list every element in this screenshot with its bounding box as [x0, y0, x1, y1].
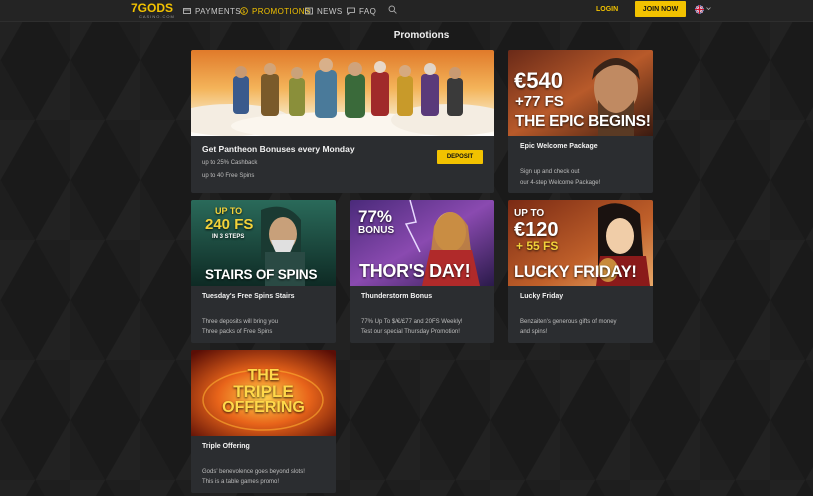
logo[interactable]: 7GODS CASINO.COM: [131, 1, 174, 20]
promo-title: Thunderstorm Bonus: [361, 293, 433, 300]
promo-card-triple-offering[interactable]: THE TRIPLE OFFERING Triple Offering Gods…: [191, 350, 336, 493]
chevron-down-icon[interactable]: [706, 6, 711, 11]
promo-image-stairs: UP TO 240 FS IN 3 STEPS STAIRS OF SPINS: [191, 200, 336, 286]
svg-text:$: $: [242, 9, 246, 15]
promo-line: Three packs of Free Spins: [202, 329, 273, 335]
page-title: Promotions: [393, 30, 450, 41]
friday-fs: + 55 FS: [516, 239, 559, 253]
epic-fs: +77 FS: [515, 93, 564, 110]
promo-line: and spins!: [520, 329, 548, 335]
nav-promotions[interactable]: $ PROMOTIONS: [240, 5, 311, 17]
deposit-button[interactable]: DEPOSIT: [437, 150, 483, 164]
promo-title: Get Pantheon Bonuses every Monday: [202, 144, 355, 154]
promo-line-cashback: up to 25% Cashback: [202, 160, 258, 166]
promo-line: our 4-step Welcome Package!: [520, 180, 601, 186]
promo-card-lucky-friday[interactable]: UP TO €120 + 55 FS LUCKY FRIDAY! Lucky F…: [508, 200, 653, 343]
uk-flag-icon[interactable]: [695, 5, 704, 14]
promo-line: Benzaiten's generous gifts of money: [520, 319, 617, 325]
nav-faq-label: FAQ: [359, 6, 377, 16]
join-now-button[interactable]: JOIN NOW: [635, 1, 686, 17]
nav-news[interactable]: NEWS: [305, 5, 343, 17]
promo-image-epic: €540 +77 FS THE EPIC BEGINS!: [508, 50, 653, 136]
payments-icon: [183, 8, 191, 14]
stairs-amount: 240 FS: [205, 216, 254, 233]
friday-tagline: LUCKY FRIDAY!: [514, 263, 637, 281]
nav-faq[interactable]: FAQ: [347, 5, 376, 17]
promo-line: Gods' benevolence goes beyond slots!: [202, 469, 305, 475]
promo-title: Triple Offering: [202, 443, 250, 450]
promo-line: Test our special Thursday Promotion!: [361, 329, 460, 335]
nav-news-label: NEWS: [317, 6, 343, 16]
nav-promotions-label: PROMOTIONS: [252, 6, 311, 16]
top-header: 7GODS CASINO.COM PAYMENTS $ PROMOTIONS N…: [0, 0, 813, 22]
nav-payments[interactable]: PAYMENTS: [183, 5, 241, 17]
triple-triple: TRIPLE: [233, 382, 294, 401]
promo-title: Lucky Friday: [520, 293, 564, 300]
promotions-icon: $: [240, 7, 248, 15]
promo-title: Tuesday's Free Spins Stairs: [202, 293, 295, 300]
promo-image-friday: UP TO €120 + 55 FS LUCKY FRIDAY!: [508, 200, 653, 286]
promo-line: Three deposits will bring you: [202, 319, 279, 325]
promo-image-triple: THE TRIPLE OFFERING: [191, 350, 336, 436]
promo-line-spins: up to 40 Free Spins: [202, 173, 255, 179]
promo-card-epic-welcome[interactable]: €540 +77 FS THE EPIC BEGINS! Epic Welcom…: [508, 50, 653, 193]
promo-line: 77% Up To $/€/£77 and 20FS Weekly!: [361, 319, 463, 325]
logo-subtext: CASINO.COM: [139, 14, 175, 19]
thor-percent: 77%: [358, 207, 393, 226]
friday-amount: €120: [514, 219, 559, 241]
promo-card-stairs-of-spins[interactable]: UP TO 240 FS IN 3 STEPS STAIRS OF SPINS …: [191, 200, 336, 343]
promo-title: Epic Welcome Package: [520, 143, 598, 150]
search-icon[interactable]: [388, 5, 397, 14]
stairs-tagline: STAIRS OF SPINS: [205, 267, 318, 282]
friday-upto: UP TO: [514, 208, 545, 219]
thor-bonus: BONUS: [358, 225, 395, 236]
stairs-upto: UP TO: [215, 206, 243, 216]
promo-image-pantheon: [191, 50, 494, 136]
epic-amount: €540: [514, 68, 563, 93]
news-icon: [305, 7, 313, 15]
login-link[interactable]: LOGIN: [596, 6, 618, 13]
promo-line: This is a table games promo!: [202, 479, 280, 485]
faq-icon: [347, 7, 355, 15]
thor-tagline: THOR'S DAY!: [359, 261, 471, 281]
promo-line: Sign up and check out: [520, 169, 580, 175]
triple-offering: OFFERING: [222, 399, 305, 416]
stairs-steps: IN 3 STEPS: [212, 234, 245, 240]
pantheon-gods-image: [191, 50, 494, 136]
promo-card-pantheon[interactable]: Get Pantheon Bonuses every Monday up to …: [191, 50, 494, 193]
promo-image-thor: 77% BONUS THOR'S DAY!: [350, 200, 494, 286]
epic-tagline: THE EPIC BEGINS!: [515, 113, 651, 130]
logo-text: 7GODS: [131, 1, 174, 15]
nav-payments-label: PAYMENTS: [195, 6, 242, 16]
promo-card-thors-day[interactable]: 77% BONUS THOR'S DAY! Thunderstorm Bonus…: [350, 200, 494, 343]
